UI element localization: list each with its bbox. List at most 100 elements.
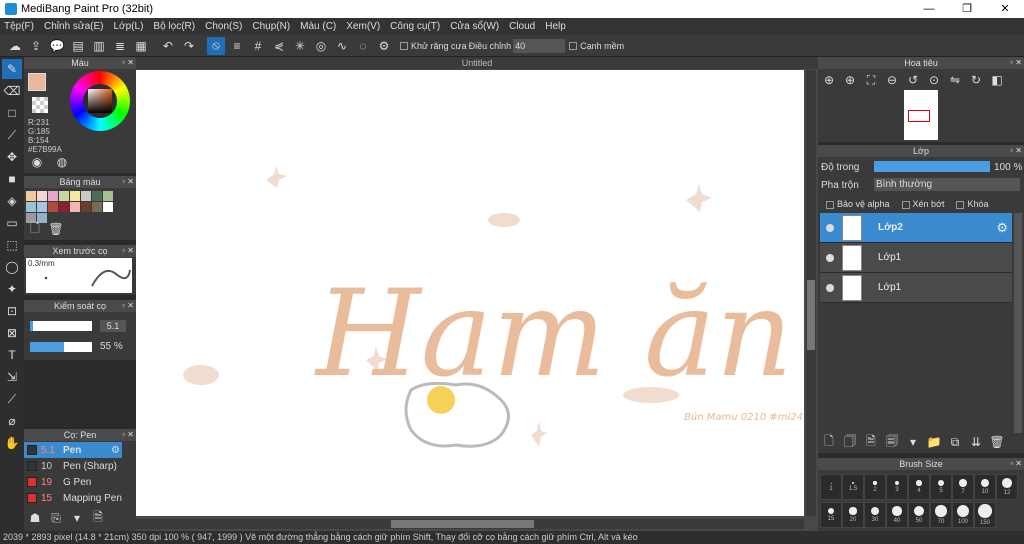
- trash-icon[interactable]: 🗑: [47, 220, 65, 238]
- layer-menu-icon[interactable]: ▾: [904, 433, 922, 451]
- panel-menu-icon[interactable]: ▫ ✕: [122, 429, 134, 441]
- smooth-checkbox[interactable]: [569, 41, 578, 50]
- palette-swatch[interactable]: [92, 191, 102, 201]
- radial-snap-icon[interactable]: ✳: [291, 37, 309, 55]
- palette-swatch[interactable]: [103, 191, 113, 201]
- brush-item-g-pen[interactable]: 19 G Pen: [24, 474, 122, 490]
- brush-copy-icon[interactable]: ⎘: [47, 509, 65, 527]
- menu-view[interactable]: Xem(V): [346, 21, 380, 32]
- divide-tool-icon[interactable]: ⟋: [2, 389, 22, 409]
- brush-tool-icon[interactable]: ✎: [2, 59, 22, 79]
- layer-row[interactable]: Lớp1: [820, 273, 1012, 303]
- brush-size-cell[interactable]: 4: [908, 474, 930, 500]
- layer-row[interactable]: Lớp1: [820, 243, 1012, 273]
- brush-size-cell[interactable]: 150: [974, 502, 996, 528]
- zoom-out-icon[interactable]: ⊖: [883, 71, 901, 89]
- layer-scrollbar[interactable]: [1014, 213, 1022, 433]
- brush-size-cell[interactable]: 70: [930, 502, 952, 528]
- add-brush-icon[interactable]: ☗: [26, 509, 44, 527]
- palette-swatch[interactable]: [70, 202, 80, 212]
- select-pen-tool-icon[interactable]: ⊡: [2, 301, 22, 321]
- clipping-checkbox[interactable]: [901, 200, 910, 209]
- menu-tools[interactable]: Công cụ(T): [390, 21, 440, 32]
- cloud-icon[interactable]: ☁: [6, 37, 24, 55]
- new-1bit-layer-icon[interactable]: 🗐: [883, 433, 901, 451]
- brush-size-cell[interactable]: 3: [886, 474, 908, 500]
- menu-snap[interactable]: Chụp(N): [252, 21, 290, 32]
- protect-alpha-checkbox[interactable]: [826, 200, 834, 209]
- palette-swatch[interactable]: [37, 202, 47, 212]
- page-icon[interactable]: ▥: [90, 37, 108, 55]
- select-tool-icon[interactable]: ⬚: [2, 235, 22, 255]
- grid-icon[interactable]: ▦: [132, 37, 150, 55]
- grid-snap-icon[interactable]: #: [249, 37, 267, 55]
- menu-window[interactable]: Cửa sổ(W): [450, 21, 499, 32]
- new-halftone-layer-icon[interactable]: 🗍: [841, 433, 859, 451]
- menu-layer[interactable]: Lớp(L): [114, 21, 144, 32]
- brush-size-cell[interactable]: 10: [974, 474, 996, 500]
- parallel-snap-icon[interactable]: ≡: [228, 37, 246, 55]
- rotate-right-icon[interactable]: ↻: [967, 71, 985, 89]
- eye-icon[interactable]: [826, 223, 834, 232]
- canvas-tab[interactable]: Untitled: [136, 57, 818, 69]
- adjust-input[interactable]: 40: [513, 38, 566, 53]
- snap-settings-icon[interactable]: ⚙: [375, 37, 393, 55]
- panel-menu-icon[interactable]: ▫ ✕: [1010, 145, 1022, 157]
- brush-size-cell[interactable]: 100: [952, 502, 974, 528]
- eraser-tool-icon[interactable]: ⌫: [2, 81, 22, 101]
- palette-swatch[interactable]: [103, 202, 113, 212]
- fill-rect-tool-icon[interactable]: ■: [2, 169, 22, 189]
- brush-item-pen[interactable]: 5.1 Pen ⚙: [24, 442, 122, 458]
- hand-tool-icon[interactable]: ✋: [2, 433, 22, 453]
- brush-size-cell[interactable]: 40: [886, 502, 908, 528]
- text-tool-icon[interactable]: T: [2, 345, 22, 365]
- brush-size-cell[interactable]: 1.5: [842, 474, 864, 500]
- zoom-in-icon[interactable]: ⊕: [841, 71, 859, 89]
- antialias-checkbox[interactable]: [400, 41, 408, 50]
- dot-tool-icon[interactable]: □: [2, 103, 22, 123]
- navigator-thumbnail[interactable]: [904, 90, 938, 140]
- rotate-left-icon[interactable]: ↺: [904, 71, 922, 89]
- close-button[interactable]: ✕: [986, 0, 1024, 18]
- eye-icon[interactable]: [826, 283, 834, 292]
- brush-size-cell[interactable]: 12: [996, 474, 1018, 500]
- reset-view-icon[interactable]: ⊙: [925, 71, 943, 89]
- brush-size-cell[interactable]: 7: [952, 474, 974, 500]
- menu-color[interactable]: Màu (C): [300, 21, 336, 32]
- shape-tool-icon[interactable]: ⟋: [2, 125, 22, 145]
- menu-select[interactable]: Chọn(S): [205, 21, 242, 32]
- brush-size-cell[interactable]: 5: [930, 474, 952, 500]
- transparent-color-swatch[interactable]: [32, 97, 48, 113]
- palette-swatch[interactable]: [26, 191, 36, 201]
- brush-settings-icon[interactable]: 🗎: [89, 509, 107, 527]
- horizontal-scrollbar[interactable]: [136, 519, 804, 529]
- color-wheel[interactable]: [70, 71, 130, 131]
- brush-size-cell[interactable]: 1: [820, 474, 842, 500]
- fit-icon[interactable]: ⛶: [862, 71, 880, 89]
- panel-menu-icon[interactable]: ▫ ✕: [122, 245, 134, 257]
- palette-swatch[interactable]: [92, 202, 102, 212]
- brush-size-cell[interactable]: 50: [908, 502, 930, 528]
- share-icon[interactable]: ⇪: [27, 37, 45, 55]
- menu-file[interactable]: Tệp(F): [4, 21, 34, 32]
- gradient-tool-icon[interactable]: ▭: [2, 213, 22, 233]
- brush-size-cell[interactable]: 2: [864, 474, 886, 500]
- brush-size-cell[interactable]: 15: [820, 502, 842, 528]
- ellipse-snap-icon[interactable]: ◌: [354, 37, 372, 55]
- merge-layer-icon[interactable]: ⇊: [967, 433, 985, 451]
- blend-mode-select[interactable]: Bình thường: [874, 178, 1020, 191]
- zoom-in-icon[interactable]: ⊕: [820, 71, 838, 89]
- panel-menu-icon[interactable]: ▫ ✕: [1010, 458, 1022, 470]
- panel-menu-icon[interactable]: ▫ ✕: [122, 176, 134, 188]
- curve-snap-icon[interactable]: ∿: [333, 37, 351, 55]
- select-eraser-tool-icon[interactable]: ⊠: [2, 323, 22, 343]
- gear-icon[interactable]: ⚙: [111, 445, 120, 456]
- palette-swatch[interactable]: [59, 191, 69, 201]
- panel-menu-icon[interactable]: ▫ ✕: [1010, 57, 1022, 69]
- flip-horizontal-icon[interactable]: ◧: [988, 71, 1006, 89]
- eyedropper-tool-icon[interactable]: ⌀: [2, 411, 22, 431]
- redo-icon[interactable]: ↷: [180, 37, 198, 55]
- trash-icon[interactable]: 🗑: [988, 433, 1006, 451]
- palette-swatch[interactable]: [70, 191, 80, 201]
- undo-icon[interactable]: ↶: [159, 37, 177, 55]
